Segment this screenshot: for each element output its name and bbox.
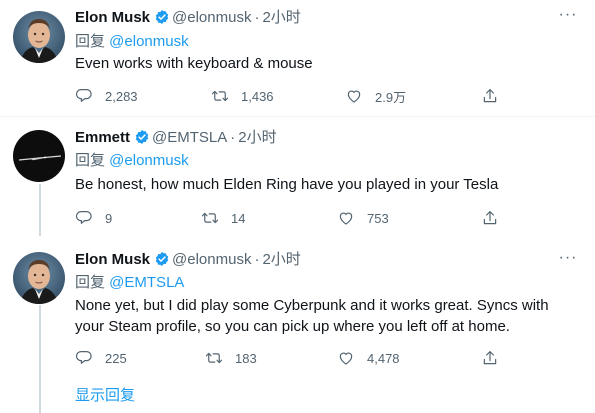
share-button[interactable]: [481, 348, 511, 368]
retweet-icon: [201, 212, 219, 224]
timestamp[interactable]: 2小时: [262, 9, 300, 26]
tweet-1[interactable]: Elon Musk @elonmusk · 2小时 ··· 回复 @elonmusk …: [0, 0, 595, 113]
like-count: 753: [367, 210, 389, 226]
reply-prefix: 回复: [75, 33, 110, 50]
dot-separator: ·: [254, 251, 260, 268]
thread-line: [39, 184, 41, 236]
tweet-header: Elon Musk @elonmusk · 2小时: [75, 8, 301, 28]
more-options-icon[interactable]: ···: [557, 250, 579, 271]
tweet-actions: 2,283 1,436 2.9万: [75, 86, 545, 106]
reply-button[interactable]: 225: [75, 348, 127, 368]
retweet-icon: [211, 90, 229, 102]
replying-to: 回复 @EMTSLA: [75, 273, 184, 293]
reply-mention-link[interactable]: @elonmusk: [109, 152, 188, 169]
replying-to: 回复 @elonmusk: [75, 32, 189, 52]
username-handle[interactable]: @EMTSLA: [152, 129, 227, 146]
reply-count: 9: [105, 210, 113, 226]
thread-line: [39, 305, 41, 413]
display-name[interactable]: Elon Musk: [75, 9, 150, 26]
verified-badge-icon: [155, 251, 169, 267]
replying-to: 回复 @elonmusk: [75, 151, 189, 171]
retweet-icon: [205, 352, 223, 364]
reply-icon: [75, 89, 92, 102]
share-icon: [483, 351, 497, 365]
like-button[interactable]: 4,478: [337, 348, 400, 368]
share-button[interactable]: [481, 86, 511, 106]
avatar[interactable]: [13, 11, 65, 63]
more-options-icon[interactable]: ···: [557, 7, 579, 28]
username-handle[interactable]: @elonmusk: [172, 251, 251, 268]
reply-prefix: 回复: [75, 274, 110, 291]
verified-badge-icon: [155, 9, 169, 25]
like-count: 2.9万: [375, 89, 407, 105]
tweet-text: Even works with keyboard & mouse: [75, 55, 313, 72]
display-name[interactable]: Emmett: [75, 129, 130, 146]
timestamp[interactable]: 2小时: [262, 251, 300, 268]
retweet-count: 183: [235, 350, 257, 366]
tweet-text: None yet, but I did play some Cyberpunk …: [75, 297, 549, 335]
like-count: 4,478: [367, 350, 400, 366]
share-icon: [483, 89, 497, 103]
reply-prefix: 回复: [75, 152, 110, 169]
retweet-button[interactable]: 14: [201, 208, 245, 228]
avatar[interactable]: [13, 252, 65, 304]
tweet-text: Be honest, how much Elden Ring have you …: [75, 176, 499, 193]
reply-mention-link[interactable]: @EMTSLA: [109, 274, 184, 291]
like-button[interactable]: 2.9万: [345, 86, 406, 106]
like-icon: [339, 212, 353, 225]
share-icon: [483, 211, 497, 225]
reply-button[interactable]: 9: [75, 208, 112, 228]
tweet-3[interactable]: Elon Musk @elonmusk · 2小时 ··· 回复 @EMTSLA No…: [0, 243, 595, 375]
dot-separator: ·: [254, 9, 260, 26]
reply-count: 2,283: [105, 88, 138, 104]
retweet-button[interactable]: 1,436: [211, 86, 274, 106]
reply-mention-link[interactable]: @elonmusk: [109, 33, 188, 50]
avatar-photo: [18, 155, 62, 161]
tweet-divider: [0, 116, 595, 117]
tweet-header: Elon Musk @elonmusk · 2小时: [75, 250, 301, 270]
timestamp[interactable]: 2小时: [238, 129, 276, 146]
dot-separator: ·: [230, 129, 236, 146]
verified-badge-icon: [135, 129, 149, 145]
avatar-photo: [18, 259, 60, 304]
tweet-2[interactable]: Emmett @EMTSLA · 2小时 回复 @elonmusk Be honest…: [0, 121, 595, 234]
reply-icon: [75, 211, 92, 224]
avatar-photo: [18, 18, 60, 63]
like-button[interactable]: 753: [337, 208, 389, 228]
retweet-count: 14: [231, 210, 246, 226]
tweet-actions: 225 183 4,478: [75, 348, 545, 368]
tweet-header: Emmett @EMTSLA · 2小时: [75, 128, 277, 148]
share-button[interactable]: [481, 208, 511, 228]
avatar[interactable]: [13, 130, 65, 182]
retweet-count: 1,436: [241, 88, 274, 104]
reply-button[interactable]: 2,283: [75, 86, 138, 106]
show-replies-link[interactable]: 显示回复: [75, 386, 135, 406]
reply-count: 225: [105, 350, 127, 366]
reply-icon: [75, 351, 92, 364]
retweet-button[interactable]: 183: [205, 348, 257, 368]
like-icon: [347, 90, 361, 103]
display-name[interactable]: Elon Musk: [75, 251, 150, 268]
like-icon: [339, 352, 353, 365]
username-handle[interactable]: @elonmusk: [172, 9, 251, 26]
tweet-actions: 9 14 753: [75, 208, 545, 228]
